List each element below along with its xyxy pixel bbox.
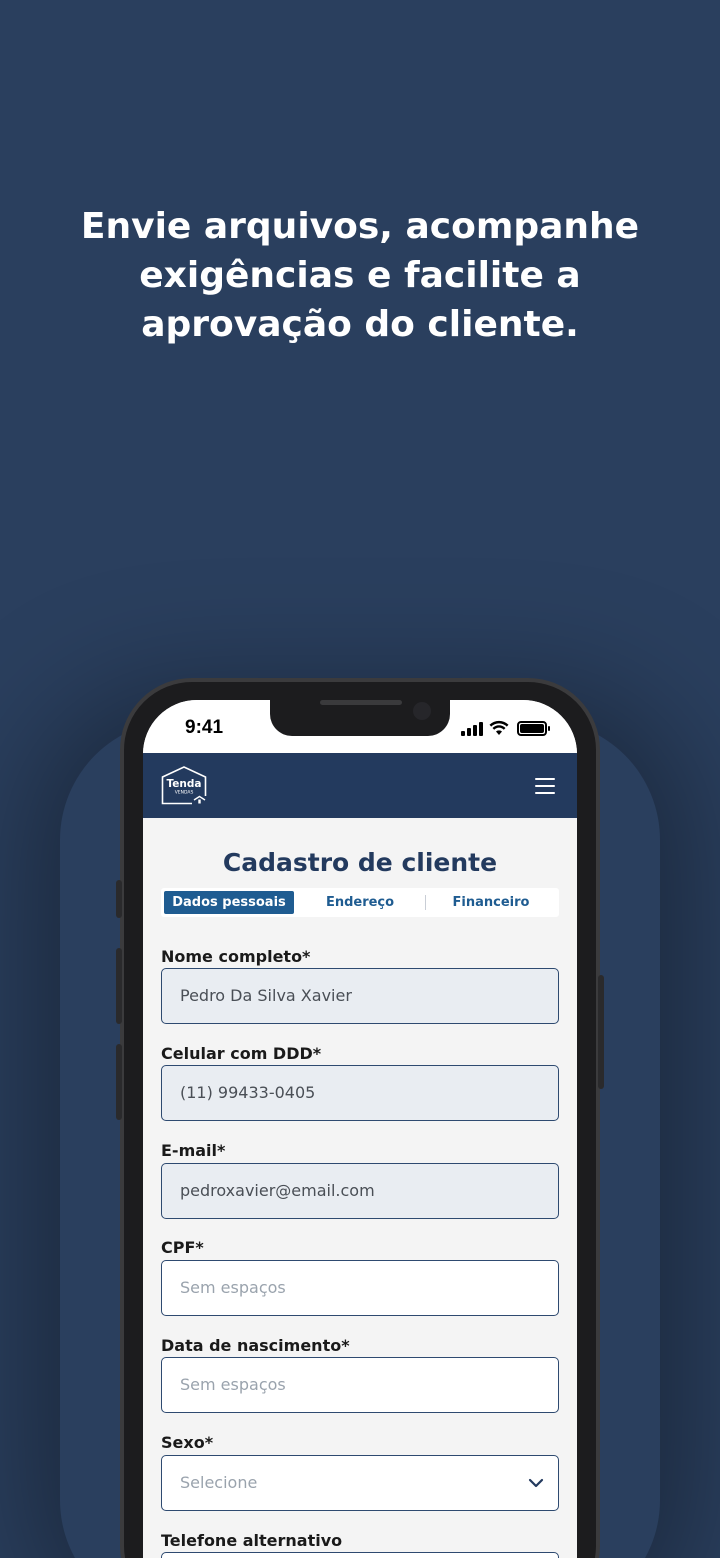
signal-icon bbox=[461, 722, 483, 736]
headline: Envie arquivos, acompanhe exigências e f… bbox=[40, 202, 680, 349]
speaker bbox=[320, 700, 402, 705]
page-title: Cadastro de cliente bbox=[222, 848, 498, 877]
sexo-select-value: Selecione bbox=[180, 1473, 258, 1492]
hamburger-icon[interactable] bbox=[535, 778, 555, 794]
nascimento-label: Data de nascimento* bbox=[161, 1336, 350, 1355]
volume-up-button bbox=[116, 948, 122, 1024]
headline-line-3: aprovação do cliente. bbox=[141, 304, 579, 345]
status-bar: 9:41 bbox=[143, 700, 577, 753]
telefone-alternativo-input[interactable] bbox=[161, 1552, 559, 1558]
cpf-input[interactable]: Sem espaços bbox=[161, 1260, 559, 1316]
celular-label: Celular com DDD* bbox=[161, 1044, 322, 1063]
tab-divider bbox=[425, 895, 426, 910]
tab-bar: Dados pessoais Endereço Financeiro bbox=[161, 888, 559, 917]
cpf-label: CPF* bbox=[161, 1238, 204, 1257]
volume-down-button bbox=[116, 1044, 122, 1120]
tab-financeiro[interactable]: Financeiro bbox=[427, 891, 555, 914]
wifi-icon bbox=[489, 720, 509, 735]
logo-subtext: VENDAS bbox=[175, 790, 194, 796]
sexo-label: Sexo* bbox=[161, 1433, 214, 1452]
tab-dados-pessoais[interactable]: Dados pessoais bbox=[164, 891, 294, 914]
nome-label: Nome completo* bbox=[161, 947, 311, 966]
nome-input[interactable]: Pedro Da Silva Xavier bbox=[161, 968, 559, 1024]
battery-icon bbox=[517, 721, 550, 736]
power-button bbox=[598, 975, 604, 1089]
app-header: Tenda VENDAS bbox=[143, 753, 577, 818]
status-time: 9:41 bbox=[185, 717, 224, 738]
tab-endereco[interactable]: Endereço bbox=[296, 891, 424, 914]
phone-screen: 9:41 Tenda VENDAS Cadastro de cliente Da… bbox=[143, 700, 577, 1558]
celular-input[interactable]: (11) 99433-0405 bbox=[161, 1065, 559, 1121]
notch bbox=[270, 700, 450, 736]
email-input[interactable]: pedroxavier@email.com bbox=[161, 1163, 559, 1219]
headline-line-1: Envie arquivos, acompanhe bbox=[80, 206, 640, 247]
mute-switch bbox=[116, 880, 122, 918]
email-label: E-mail* bbox=[161, 1141, 226, 1160]
sexo-select[interactable]: Selecione bbox=[161, 1455, 559, 1511]
logo-text: Tenda bbox=[167, 778, 202, 790]
tenda-logo: Tenda VENDAS bbox=[161, 766, 207, 805]
telefone-alternativo-label: Telefone alternativo bbox=[161, 1531, 343, 1550]
chevron-down-icon bbox=[528, 1478, 544, 1488]
nascimento-input[interactable]: Sem espaços bbox=[161, 1357, 559, 1413]
headline-line-2: exigências e facilite a bbox=[139, 255, 581, 296]
camera-icon bbox=[413, 702, 431, 720]
